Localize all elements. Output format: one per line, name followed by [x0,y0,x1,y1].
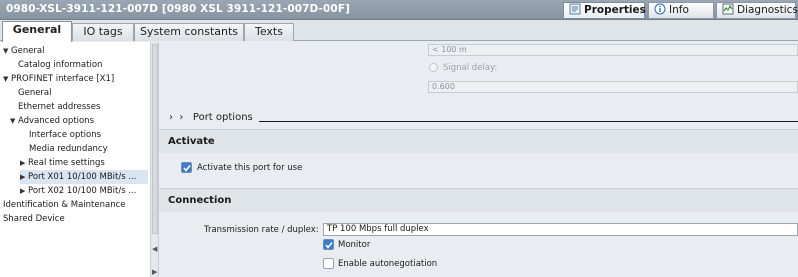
cable-length-field: < 100 m [428,44,798,56]
collapse-left-icon[interactable]: ◀ [152,245,157,253]
expand-right-icon[interactable]: ▶ [20,170,28,184]
activate-port-label: Activate this port for use [197,163,303,173]
tree-item-media-redundancy[interactable]: Media redundancy [29,142,108,156]
info-icon [654,3,666,15]
port-options-divider [259,121,798,122]
tree-item-label: Port X01 10/100 MBit/s ... [28,172,137,182]
scrollbar-thumb[interactable] [152,44,158,234]
title-bar: 0980-XSL-3911-121-007D [0980 XSL 3911-12… [0,0,798,20]
checkmark-icon [325,242,333,249]
tree-item-port-x02[interactable]: ▶ Port X02 10/100 MBit/s ... [20,184,136,198]
tree-item-general[interactable]: ▼ General [3,44,45,58]
tab-properties[interactable]: Properties [563,2,646,19]
connection-section-header: Connection [159,188,798,212]
tree-scrollbar[interactable]: ◀ ▶ [150,42,159,277]
activate-section-header: Activate [159,129,798,153]
scroll-down-icon[interactable]: ▶ [152,268,157,276]
tree-item-shared-device[interactable]: Shared Device [3,212,65,226]
tab-diagnostics-label: Diagnostics [737,4,798,16]
transmission-rate-select[interactable]: TP 100 Mbps full duplex [323,223,798,236]
tree-item-label: Shared Device [3,214,65,224]
expand-right-icon[interactable]: ▶ [20,184,28,198]
expand-right-icon[interactable]: ▶ [20,156,28,170]
tab-info-label: Info [669,4,689,16]
tree-item-label: Media redundancy [29,144,108,154]
properties-icon [569,3,581,15]
tree-item-profinet-interface[interactable]: ▼ PROFINET interface [X1] [3,72,114,86]
tree-item-label: General [11,46,45,56]
checkmark-icon [183,165,191,172]
tree-item-interface-general[interactable]: General [18,86,52,100]
properties-content: < 100 m Signal delay: 0.600 › › Port opt… [159,42,798,277]
tree-item-ethernet-addresses[interactable]: Ethernet addresses [18,100,100,114]
tab-info[interactable]: Info [648,2,714,19]
tree-item-label: Advanced options [18,116,94,126]
tab-properties-label: Properties [584,4,646,16]
tree-item-advanced-options[interactable]: ▼ Advanced options [10,114,94,128]
tab-diagnostics[interactable]: Diagnostics [716,2,798,19]
breadcrumb-arrow-icon: › › [169,112,184,123]
tree-item-interface-options[interactable]: Interface options [29,128,101,142]
monitor-checkbox[interactable] [323,239,334,250]
tab-texts[interactable]: Texts [244,23,294,41]
tree-item-label: Catalog information [18,60,103,70]
signal-delay-field: 0.600 [428,81,798,93]
tab-system-constants[interactable]: System constants [134,23,244,41]
port-options-heading: › › Port options [169,112,253,123]
activate-port-checkbox[interactable] [181,162,192,173]
expand-down-icon[interactable]: ▼ [3,44,11,58]
tree-item-label: Interface options [29,130,102,140]
signal-delay-radio [429,63,438,72]
monitor-label: Monitor [338,240,371,250]
tree-item-label: PROFINET interface [X1] [11,74,115,84]
tab-io-tags[interactable]: IO tags [72,23,134,41]
activate-title: Activate [168,136,215,147]
autonegotiation-label: Enable autonegotiation [338,259,438,269]
transmission-rate-label: Transmission rate / duplex: [204,225,319,235]
window-title: 0980-XSL-3911-121-007D [0980 XSL 3911-12… [6,3,350,15]
property-tabs: General IO tags System constants Texts [0,20,798,42]
autonegotiation-checkbox[interactable] [323,258,334,269]
tree-item-catalog-information[interactable]: Catalog information [18,58,102,72]
navigation-tree: ▼ General Catalog information ▼ PROFINET i… [0,42,150,277]
expand-down-icon[interactable]: ▼ [10,114,18,128]
tree-item-label: Port X02 10/100 MBit/s ... [28,186,137,196]
tree-item-label: Ethernet addresses [18,102,101,112]
tree-item-label: Real time settings [28,158,105,168]
expand-down-icon[interactable]: ▼ [3,72,11,86]
tree-item-label: General [18,88,52,98]
diagnostics-icon [722,3,734,15]
port-options-title: Port options [192,112,253,123]
tree-item-port-x01[interactable]: ▶ Port X01 10/100 MBit/s ... [20,170,148,184]
tab-general[interactable]: General [2,21,72,42]
connection-title: Connection [168,195,232,206]
tree-item-label: Identification & Maintenance [3,200,126,210]
tree-item-real-time-settings[interactable]: ▶ Real time settings [20,156,105,170]
tree-item-identification-maintenance[interactable]: Identification & Maintenance [3,198,126,212]
signal-delay-label: Signal delay: [443,63,498,73]
